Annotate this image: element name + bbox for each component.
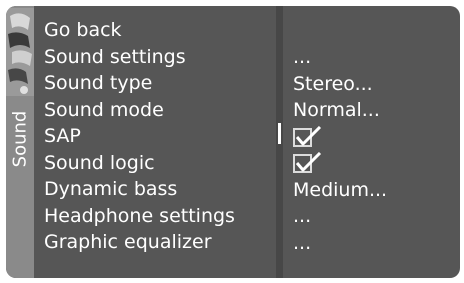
menu-item-sound-type[interactable]: Sound type <box>44 70 235 97</box>
value-dynamic-bass[interactable]: Medium... <box>293 177 387 204</box>
menu-item-sound-settings[interactable]: Sound settings <box>44 44 235 71</box>
value-sound-settings[interactable]: ... <box>293 44 387 71</box>
menu-item-dynamic-bass[interactable]: Dynamic bass <box>44 176 235 203</box>
selection-cursor <box>278 123 281 144</box>
value-sound-mode[interactable]: Normal... <box>293 97 387 124</box>
value-graphic-equalizer[interactable]: ... <box>293 230 387 257</box>
checkbox-checked-icon <box>293 125 322 147</box>
sidebar-title: Sound <box>6 102 34 176</box>
sound-menu-screen: Sound Go back Sound settings Sound type … <box>6 6 460 278</box>
values-list: ... Stereo... Normal... Medium... ... ..… <box>293 44 387 256</box>
menu-list: Go back Sound settings Sound type Sound … <box>44 17 235 256</box>
menu-item-sound-mode[interactable]: Sound mode <box>44 97 235 124</box>
menu-item-graphic-equalizer[interactable]: Graphic equalizer <box>44 229 235 256</box>
menu-item-headphone-settings[interactable]: Headphone settings <box>44 203 235 230</box>
checkbox-checked-icon <box>293 151 322 173</box>
sap-checkbox[interactable] <box>293 124 387 151</box>
value-headphone-settings[interactable]: ... <box>293 203 387 230</box>
menu-item-sap[interactable]: SAP <box>44 123 235 150</box>
menu-item-sound-logic[interactable]: Sound logic <box>44 150 235 177</box>
sound-emblem-icon <box>6 8 34 96</box>
menu-item-go-back[interactable]: Go back <box>44 17 235 44</box>
sound-logic-checkbox[interactable] <box>293 150 387 177</box>
sidebar-title-text: Sound <box>9 110 31 168</box>
sidebar: Sound <box>6 6 34 278</box>
value-sound-type[interactable]: Stereo... <box>293 71 387 98</box>
